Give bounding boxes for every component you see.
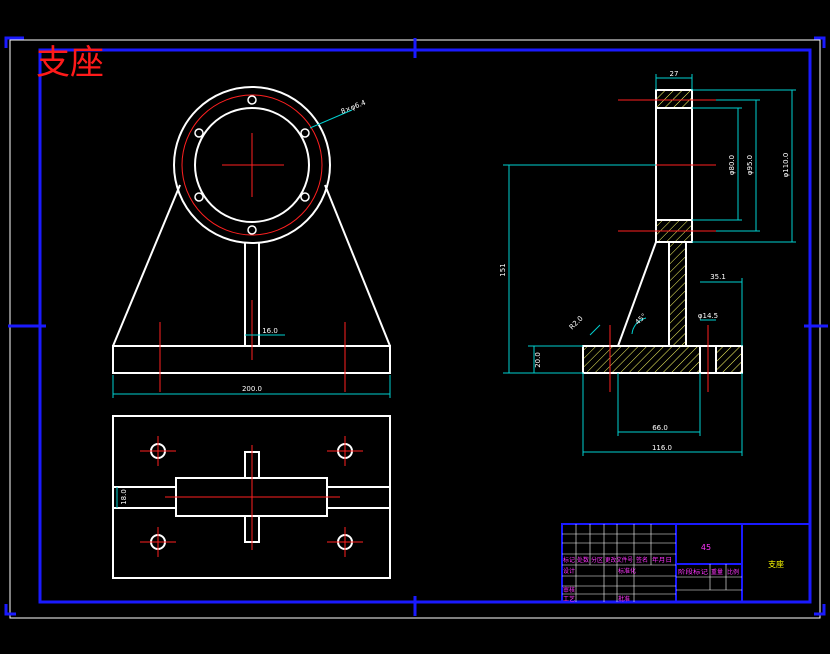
tb-zone: 分区 [591, 556, 603, 564]
tb-count: 处数 [577, 556, 589, 564]
tb-approve: 批准 [618, 595, 630, 603]
tb-weight: 重量 [711, 568, 723, 576]
dim-slot-width: 18.0 [120, 489, 128, 505]
dim-base-mid: 66.0 [652, 424, 668, 432]
dim-base-thickness: 20.0 [534, 352, 542, 368]
dim-rib-width: 16.0 [262, 327, 278, 335]
tb-part-name: 支座 [768, 559, 784, 569]
drawing-background [0, 0, 830, 654]
dim-total-height: 151 [499, 263, 507, 276]
tb-change-doc: 更改文件号 [605, 556, 633, 564]
tb-material: 45 [701, 543, 711, 552]
tb-scale: 比例 [727, 568, 739, 576]
dim-hole-dia: φ14.5 [698, 312, 718, 320]
tb-date: 年月日 [652, 556, 672, 564]
dim-base-length: 116.0 [652, 444, 672, 452]
tb-process: 工艺 [563, 595, 575, 603]
dim-top-width: 27 [670, 70, 679, 78]
dim-outer-dia: φ110.0 [782, 153, 790, 178]
tb-design: 设计 [563, 567, 575, 575]
tb-review: 审核 [563, 586, 575, 594]
tb-stage-mark: 阶段标记 [678, 568, 708, 576]
tb-standard: 标准化 [618, 567, 636, 575]
drawing-title: 支座 [36, 43, 104, 83]
dim-bore-dia: φ80.0 [728, 155, 736, 175]
engineering-drawing: 支座 200.0 16.0 8×φ6.4 18.0 27 φ80.0 φ95.0… [0, 0, 830, 654]
dim-bolt-circle-dia: φ95.0 [746, 155, 754, 175]
dim-hole-offset: 35.1 [710, 273, 726, 281]
dim-overall-width: 200.0 [242, 385, 262, 393]
tb-mark: 标记 [563, 556, 575, 564]
tb-sign: 签名 [636, 556, 648, 564]
